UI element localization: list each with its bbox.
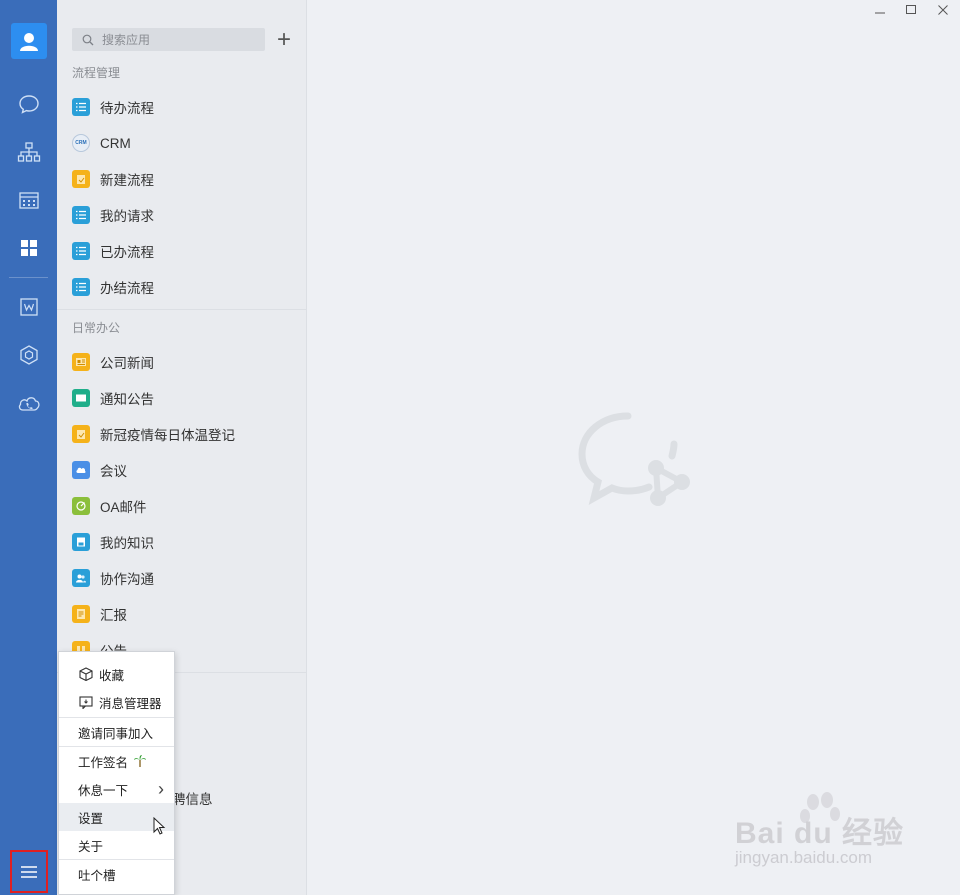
- crm-icon: CRM: [72, 134, 90, 152]
- collab-icon: [72, 569, 90, 587]
- chat-icon: [18, 95, 39, 114]
- avatar[interactable]: [11, 23, 47, 59]
- section-title-office: 日常办公: [72, 321, 121, 335]
- menu-work-signature[interactable]: 工作签名: [59, 747, 174, 775]
- add-app-button[interactable]: +: [272, 28, 296, 52]
- rail-divider: [9, 277, 48, 278]
- minimize-button[interactable]: [865, 0, 895, 20]
- maximize-icon: [906, 5, 916, 14]
- rail-apps-button[interactable]: [0, 228, 57, 268]
- doc-w-icon: [19, 298, 38, 316]
- user-icon: [20, 33, 38, 51]
- empty-state-logo-icon: [578, 412, 690, 506]
- search-icon: [82, 34, 94, 45]
- list-icon: [72, 242, 90, 260]
- main-menu-button[interactable]: [10, 850, 48, 893]
- calendar-icon: [18, 192, 39, 209]
- report-icon: [72, 605, 90, 623]
- message-manager-icon: [78, 694, 94, 710]
- menu-message-manager[interactable]: 消息管理器: [59, 688, 174, 716]
- rail-chat-button[interactable]: [0, 84, 57, 124]
- section-title-workflow: 流程管理: [72, 66, 121, 80]
- menu-settings[interactable]: 设置: [59, 803, 174, 835]
- app-item[interactable]: 待办流程: [72, 92, 292, 122]
- menu-take-a-break[interactable]: 休息一下 ›: [59, 775, 174, 803]
- list-icon: [72, 206, 90, 224]
- news-icon: [72, 353, 90, 371]
- baidu-watermark: Bai du 经验 jingyan.baidu.com: [735, 790, 935, 880]
- box-icon: [78, 666, 94, 682]
- close-button[interactable]: [928, 0, 958, 20]
- doc-edit-icon: [72, 170, 90, 188]
- app-item[interactable]: 办结流程: [72, 272, 292, 302]
- section-divider: [57, 309, 307, 310]
- hamburger-icon: [21, 865, 37, 878]
- rail-cube-button[interactable]: [0, 335, 57, 375]
- phone-cloud-icon: [18, 397, 40, 411]
- org-chart-icon: [17, 142, 40, 162]
- app-item[interactable]: 汇报: [72, 599, 292, 629]
- search-box[interactable]: [72, 28, 265, 51]
- watermark-url: jingyan.baidu.com: [735, 848, 873, 867]
- doc-edit-icon: [72, 425, 90, 443]
- minimize-icon: [875, 12, 885, 14]
- app-item[interactable]: 已办流程: [72, 236, 292, 266]
- plus-icon: +: [276, 26, 291, 53]
- notice-icon: [72, 389, 90, 407]
- rail-phone-button[interactable]: [0, 383, 57, 423]
- occluded-app-label: 聘信息: [172, 792, 213, 807]
- app-item[interactable]: 新建流程: [72, 164, 292, 194]
- menu-invite-colleague[interactable]: 邀请同事加入: [59, 718, 174, 746]
- chevron-right-icon: ›: [158, 779, 164, 799]
- rail-calendar-button[interactable]: [0, 180, 57, 220]
- knowledge-icon: [72, 533, 90, 551]
- left-rail: [0, 0, 57, 895]
- main-content: [308, 0, 960, 895]
- maximize-button[interactable]: [896, 0, 926, 20]
- app-item[interactable]: 协作沟通: [72, 563, 292, 593]
- palm-tree-icon: [133, 754, 147, 768]
- app-item[interactable]: 通知公告: [72, 383, 292, 413]
- close-icon: [938, 5, 948, 15]
- app-item[interactable]: 我的请求: [72, 200, 292, 230]
- menu-feedback[interactable]: 吐个槽: [59, 860, 174, 888]
- watermark-brand: Bai du 经验: [735, 817, 905, 850]
- app-item[interactable]: CRM CRM: [72, 128, 292, 158]
- list-icon: [72, 278, 90, 296]
- mail-icon: [72, 497, 90, 515]
- apps-grid-icon: [20, 240, 37, 256]
- rail-doc-button[interactable]: [0, 287, 57, 327]
- rail-org-button[interactable]: [0, 132, 57, 172]
- menu-about[interactable]: 关于: [59, 831, 174, 859]
- app-item[interactable]: OA邮件: [72, 491, 292, 521]
- search-input[interactable]: [102, 32, 252, 47]
- app-item[interactable]: 我的知识: [72, 527, 292, 557]
- main-menu-popup: 收藏 消息管理器 邀请同事加入 工作签名 休息一下 › 设置 关于 吐个槽: [58, 651, 175, 895]
- list-icon: [72, 98, 90, 116]
- meeting-cloud-icon: [72, 461, 90, 479]
- app-item[interactable]: 公司新闻: [72, 347, 292, 377]
- app-item[interactable]: 会议: [72, 455, 292, 485]
- menu-favorites[interactable]: 收藏: [59, 660, 174, 688]
- app-item[interactable]: 新冠疫情每日体温登记: [72, 419, 292, 449]
- cube-icon: [19, 345, 38, 365]
